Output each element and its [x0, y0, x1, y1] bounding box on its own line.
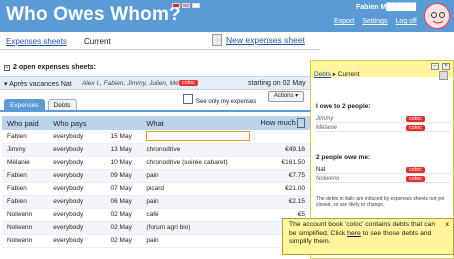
- owe-row[interactable]: Jimmy coloc: [316, 115, 450, 123]
- open-sheets-header: − 2 open expenses sheets:: [4, 64, 96, 71]
- export-link[interactable]: Export: [334, 18, 354, 25]
- col-who-paid[interactable]: Who paid: [2, 116, 49, 130]
- table-row[interactable]: Fabien everybody 09 May pain €7.75: [2, 169, 310, 183]
- debts-note: The debts in italic are induced by expen…: [316, 196, 445, 208]
- breadcrumb-current: Current: [84, 37, 111, 46]
- owed-row[interactable]: Nat coloc: [316, 166, 450, 174]
- table-row[interactable]: Fabien everybody 06 May pain €2.15: [2, 195, 310, 209]
- sheet-icon: [212, 34, 222, 46]
- avatar: [424, 3, 450, 29]
- owed-title: 2 people owe me:: [316, 154, 371, 161]
- see-only-my-expenses-checkbox[interactable]: [183, 94, 193, 104]
- column-menu-icon[interactable]: [296, 118, 305, 128]
- owed-row[interactable]: Nolwenn coloc: [316, 175, 450, 183]
- table-row[interactable]: Fabien everybody 15 May: [2, 130, 310, 144]
- sheet-row[interactable]: ▾ Après vacances Nat Alex I., Fabien, Ji…: [0, 76, 320, 90]
- language-flags[interactable]: [172, 3, 200, 8]
- table-row[interactable]: Jimmy everybody 13 May chronodrive €49.16: [2, 143, 310, 157]
- close-tooltip-icon[interactable]: x: [446, 221, 449, 230]
- col-who-pays[interactable]: Who pays: [48, 116, 106, 130]
- user-name: Fabien M██████: [356, 4, 417, 11]
- open-sheets-title: 2 open expenses sheets:: [13, 64, 96, 71]
- flag-icon[interactable]: [182, 3, 190, 8]
- new-expenses-sheet-link[interactable]: New expenses sheet: [226, 35, 305, 45]
- close-icon[interactable]: ×: [442, 63, 450, 70]
- app-title: Who Owes Whom?: [6, 4, 181, 25]
- debts-breadcrumb-link[interactable]: Debts: [314, 71, 331, 78]
- coloc-badge[interactable]: coloc: [179, 80, 198, 86]
- owe-title: I owe to 2 people:: [316, 103, 371, 110]
- coloc-badge: coloc: [406, 175, 425, 182]
- table-header-row: Who paid Who pays What How much: [2, 116, 310, 130]
- simplify-here-link[interactable]: here: [347, 230, 361, 237]
- expenses-table: Who paid Who pays What How much Fabien e…: [2, 116, 310, 248]
- debts-breadcrumb-current: Current: [337, 71, 360, 78]
- table-row[interactable]: Mélanie everybody 10 May chronodrive (soir…: [2, 156, 310, 170]
- col-date: [105, 116, 142, 130]
- table-row[interactable]: Nolwenn everybody 02 May café €5: [2, 208, 310, 222]
- table-row[interactable]: Nolwenn everybody 02 May (forum agri bio) …: [2, 221, 310, 235]
- settings-link[interactable]: Settings: [362, 18, 387, 25]
- breadcrumb-expenses-sheets[interactable]: Expenses sheets: [6, 37, 67, 46]
- coloc-badge: coloc: [406, 166, 425, 173]
- sheet-name: ▾ Après vacances Nat: [4, 81, 72, 88]
- breadcrumb: Expenses sheets Current New expenses she…: [0, 33, 320, 50]
- table-row[interactable]: Nolwenneverybody 02 Maypain €4: [2, 234, 310, 248]
- flag-icon[interactable]: [192, 3, 200, 8]
- debts-breadcrumb: Debts ▸ Current: [314, 71, 360, 78]
- minimize-icon[interactable]: −: [431, 63, 439, 70]
- tab-underline: [0, 110, 312, 112]
- print-icon[interactable]: [439, 71, 448, 80]
- actions-button[interactable]: Actions ▾: [268, 91, 304, 102]
- see-only-label: See only my expenses: [196, 99, 257, 105]
- flag-icon[interactable]: [172, 3, 180, 8]
- col-how-much[interactable]: How much: [255, 116, 310, 130]
- col-what[interactable]: What: [141, 116, 256, 130]
- table-row[interactable]: Fabien everybody 07 May picard €21.00: [2, 182, 310, 196]
- collapse-icon[interactable]: −: [4, 64, 10, 71]
- simplify-debts-tooltip: The account book 'coloc' contains debts …: [282, 218, 454, 255]
- top-bar: Who Owes Whom? Fabien M██████ Export Set…: [0, 0, 454, 32]
- new-sheet-action[interactable]: New expenses sheet: [212, 34, 305, 46]
- sheet-members: Alex I., Fabien, Jimmy, Julien, Mé: [82, 80, 179, 87]
- coloc-badge: coloc: [406, 124, 425, 131]
- sheet-start-date: starting on 02 May: [248, 80, 306, 87]
- owe-row[interactable]: Mélanie coloc: [316, 124, 450, 132]
- log-off-link[interactable]: Log off: [396, 18, 417, 25]
- what-input[interactable]: [146, 131, 251, 142]
- coloc-badge: coloc: [406, 115, 425, 122]
- top-links: Export Settings Log off: [334, 18, 417, 25]
